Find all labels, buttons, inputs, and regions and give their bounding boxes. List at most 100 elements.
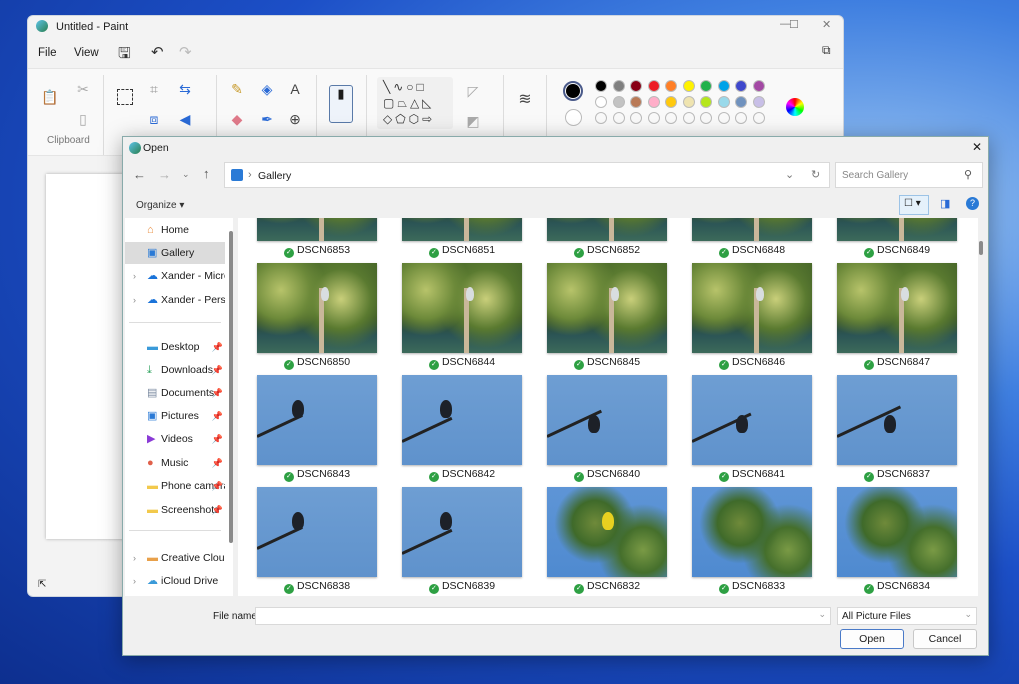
menu-file[interactable]: File bbox=[38, 47, 57, 59]
custom-color-slot[interactable] bbox=[735, 112, 747, 124]
refresh-icon[interactable]: ↻ bbox=[811, 168, 820, 181]
file-tile[interactable]: ✓ DSCN6853 bbox=[257, 218, 377, 258]
expand-chevron-icon[interactable]: › bbox=[133, 570, 136, 592]
sidebar-item[interactable]: ▬ Screenshots 📌 bbox=[125, 499, 225, 521]
color-swatch[interactable] bbox=[700, 80, 712, 92]
color-swatch[interactable] bbox=[612, 80, 625, 92]
resize-icon[interactable]: ⧈ bbox=[145, 111, 163, 128]
color-swatch[interactable] bbox=[752, 80, 765, 92]
color-swatch[interactable] bbox=[717, 96, 730, 108]
file-tile[interactable]: ✓ DSCN6841 bbox=[692, 375, 812, 482]
sidebar-item[interactable]: ▣ Pictures 📌 bbox=[125, 405, 225, 427]
sidebar-item[interactable]: › ☁Xander - Personal bbox=[125, 289, 225, 311]
sidebar-item[interactable]: › ☁ iCloud Drive bbox=[125, 570, 225, 592]
color-swatch[interactable] bbox=[612, 96, 625, 108]
custom-color-slot[interactable] bbox=[630, 112, 642, 124]
preview-pane-icon[interactable]: ◨ bbox=[940, 197, 950, 210]
breadcrumb-gallery[interactable]: Gallery bbox=[258, 170, 291, 182]
file-tile[interactable]: ✓ DSCN6848 bbox=[692, 218, 812, 258]
expand-chevron-icon[interactable]: › bbox=[133, 265, 136, 287]
forward-icon[interactable]: → bbox=[158, 167, 171, 182]
select-icon[interactable] bbox=[117, 89, 133, 105]
organize-button[interactable]: Organize ▾ bbox=[136, 200, 184, 211]
file-type-select[interactable]: All Picture Files ⌄ bbox=[837, 607, 977, 625]
secondary-color[interactable] bbox=[565, 109, 582, 126]
dialog-close-button[interactable]: ✕ bbox=[972, 140, 982, 154]
file-tile[interactable]: ✓ DSCN6850 bbox=[257, 263, 377, 370]
color-swatch[interactable] bbox=[647, 96, 660, 108]
file-tile[interactable]: ✓ DSCN6843 bbox=[257, 375, 377, 482]
custom-color-slot[interactable] bbox=[717, 112, 730, 124]
sidebar-item[interactable]: ● Music 📌 bbox=[125, 452, 225, 474]
flip-icon[interactable]: ◀ bbox=[176, 111, 194, 128]
file-tile[interactable]: ✓ DSCN6846 bbox=[692, 263, 812, 370]
address-bar[interactable]: › Gallery ⌄ ↻ bbox=[224, 162, 830, 188]
file-tile[interactable]: ✓ DSCN6844 bbox=[402, 263, 522, 370]
color-swatch[interactable] bbox=[682, 96, 695, 108]
eraser-icon[interactable]: ◆ bbox=[228, 111, 246, 128]
primary-color[interactable] bbox=[563, 81, 583, 101]
address-dropdown-icon[interactable]: ⌄ bbox=[785, 168, 794, 181]
color-swatch[interactable] bbox=[630, 96, 642, 108]
custom-color-slot[interactable] bbox=[612, 112, 625, 124]
file-tile[interactable]: ✓ DSCN6838 bbox=[257, 487, 377, 594]
redo-icon[interactable]: ↷ bbox=[179, 43, 192, 61]
sidebar-item[interactable]: ▬ Desktop 📌 bbox=[125, 336, 225, 358]
brushes-button[interactable]: ▮ bbox=[329, 85, 353, 123]
fill-icon[interactable]: ◈ bbox=[258, 81, 276, 98]
cancel-button[interactable]: Cancel bbox=[913, 629, 977, 649]
rotate-icon[interactable]: ⇆ bbox=[176, 81, 194, 98]
layers-icon[interactable]: ⧉ bbox=[822, 43, 831, 58]
back-icon[interactable]: ← bbox=[133, 167, 146, 182]
file-name-dropdown-icon[interactable]: ⌄ bbox=[818, 609, 826, 620]
color-swatch[interactable] bbox=[665, 96, 677, 108]
custom-color-slot[interactable] bbox=[682, 112, 695, 124]
sidebar-item[interactable]: ▤ Documents 📌 bbox=[125, 382, 225, 404]
color-swatch[interactable] bbox=[735, 96, 747, 108]
up-icon[interactable]: ↑ bbox=[203, 166, 210, 181]
magnifier-icon[interactable]: ⊕ bbox=[286, 111, 304, 128]
color-picker-icon[interactable]: ✒ bbox=[258, 111, 276, 128]
custom-color-slot[interactable] bbox=[700, 112, 712, 124]
file-tile[interactable]: ✓ DSCN6842 bbox=[402, 375, 522, 482]
copy-icon[interactable]: ▯ bbox=[74, 111, 92, 128]
file-tile[interactable]: ✓ DSCN6840 bbox=[547, 375, 667, 482]
file-tile[interactable]: ✓ DSCN6852 bbox=[547, 218, 667, 258]
close-button[interactable]: ✕ bbox=[822, 18, 831, 31]
shapes-gallery[interactable]: ╲∿○□ ▢⏢△◺ ◇⬠⬡⇨ bbox=[377, 77, 453, 129]
recent-locations-icon[interactable]: ⌄ bbox=[182, 169, 190, 180]
color-swatch[interactable] bbox=[630, 80, 642, 92]
file-tile[interactable]: ✓ DSCN6839 bbox=[402, 487, 522, 594]
pencil-icon[interactable]: ✎ bbox=[228, 81, 246, 98]
undo-icon[interactable]: ↶ bbox=[151, 43, 164, 61]
custom-color-slot[interactable] bbox=[647, 112, 660, 124]
content-scrollbar[interactable] bbox=[979, 241, 983, 255]
file-name-input[interactable]: ⌄ bbox=[255, 607, 831, 625]
sidebar-scrollbar[interactable] bbox=[229, 231, 233, 543]
sidebar-item[interactable]: › ☁Xander - Microsoft bbox=[125, 265, 225, 287]
file-tile[interactable]: ✓ DSCN6833 bbox=[692, 487, 812, 594]
search-box[interactable]: Search Gallery ⚲ bbox=[835, 162, 983, 188]
file-tile[interactable]: ✓ DSCN6845 bbox=[547, 263, 667, 370]
color-swatch[interactable] bbox=[595, 80, 607, 92]
help-icon[interactable]: ? bbox=[966, 197, 979, 210]
menu-view[interactable]: View bbox=[74, 47, 99, 59]
sidebar-item[interactable]: ⌂ Home bbox=[125, 219, 225, 241]
color-swatch[interactable] bbox=[682, 80, 695, 92]
save-icon[interactable]: 🖫 bbox=[118, 43, 131, 68]
sidebar-item[interactable]: › ▬Creative Cloud Files bbox=[125, 547, 225, 569]
sidebar-item[interactable]: ▬ Phone camera 📌 bbox=[125, 475, 225, 497]
color-swatch[interactable] bbox=[735, 80, 747, 92]
color-swatch[interactable] bbox=[665, 80, 677, 92]
shape-fill-icon[interactable]: ◩ bbox=[464, 113, 482, 130]
edit-colors-icon[interactable] bbox=[786, 98, 804, 116]
custom-color-slot[interactable] bbox=[595, 112, 607, 124]
file-tile[interactable]: ✓ DSCN6849 bbox=[837, 218, 957, 258]
change-view-button[interactable]: ☐ ▾ bbox=[899, 195, 929, 215]
file-tile[interactable]: ✓ DSCN6834 bbox=[837, 487, 957, 594]
file-tile[interactable]: ✓ DSCN6832 bbox=[547, 487, 667, 594]
color-swatch[interactable] bbox=[717, 80, 730, 92]
paste-icon[interactable]: 📋 bbox=[41, 89, 59, 106]
file-tile[interactable]: ✓ DSCN6847 bbox=[837, 263, 957, 370]
expand-chevron-icon[interactable]: › bbox=[133, 547, 136, 569]
